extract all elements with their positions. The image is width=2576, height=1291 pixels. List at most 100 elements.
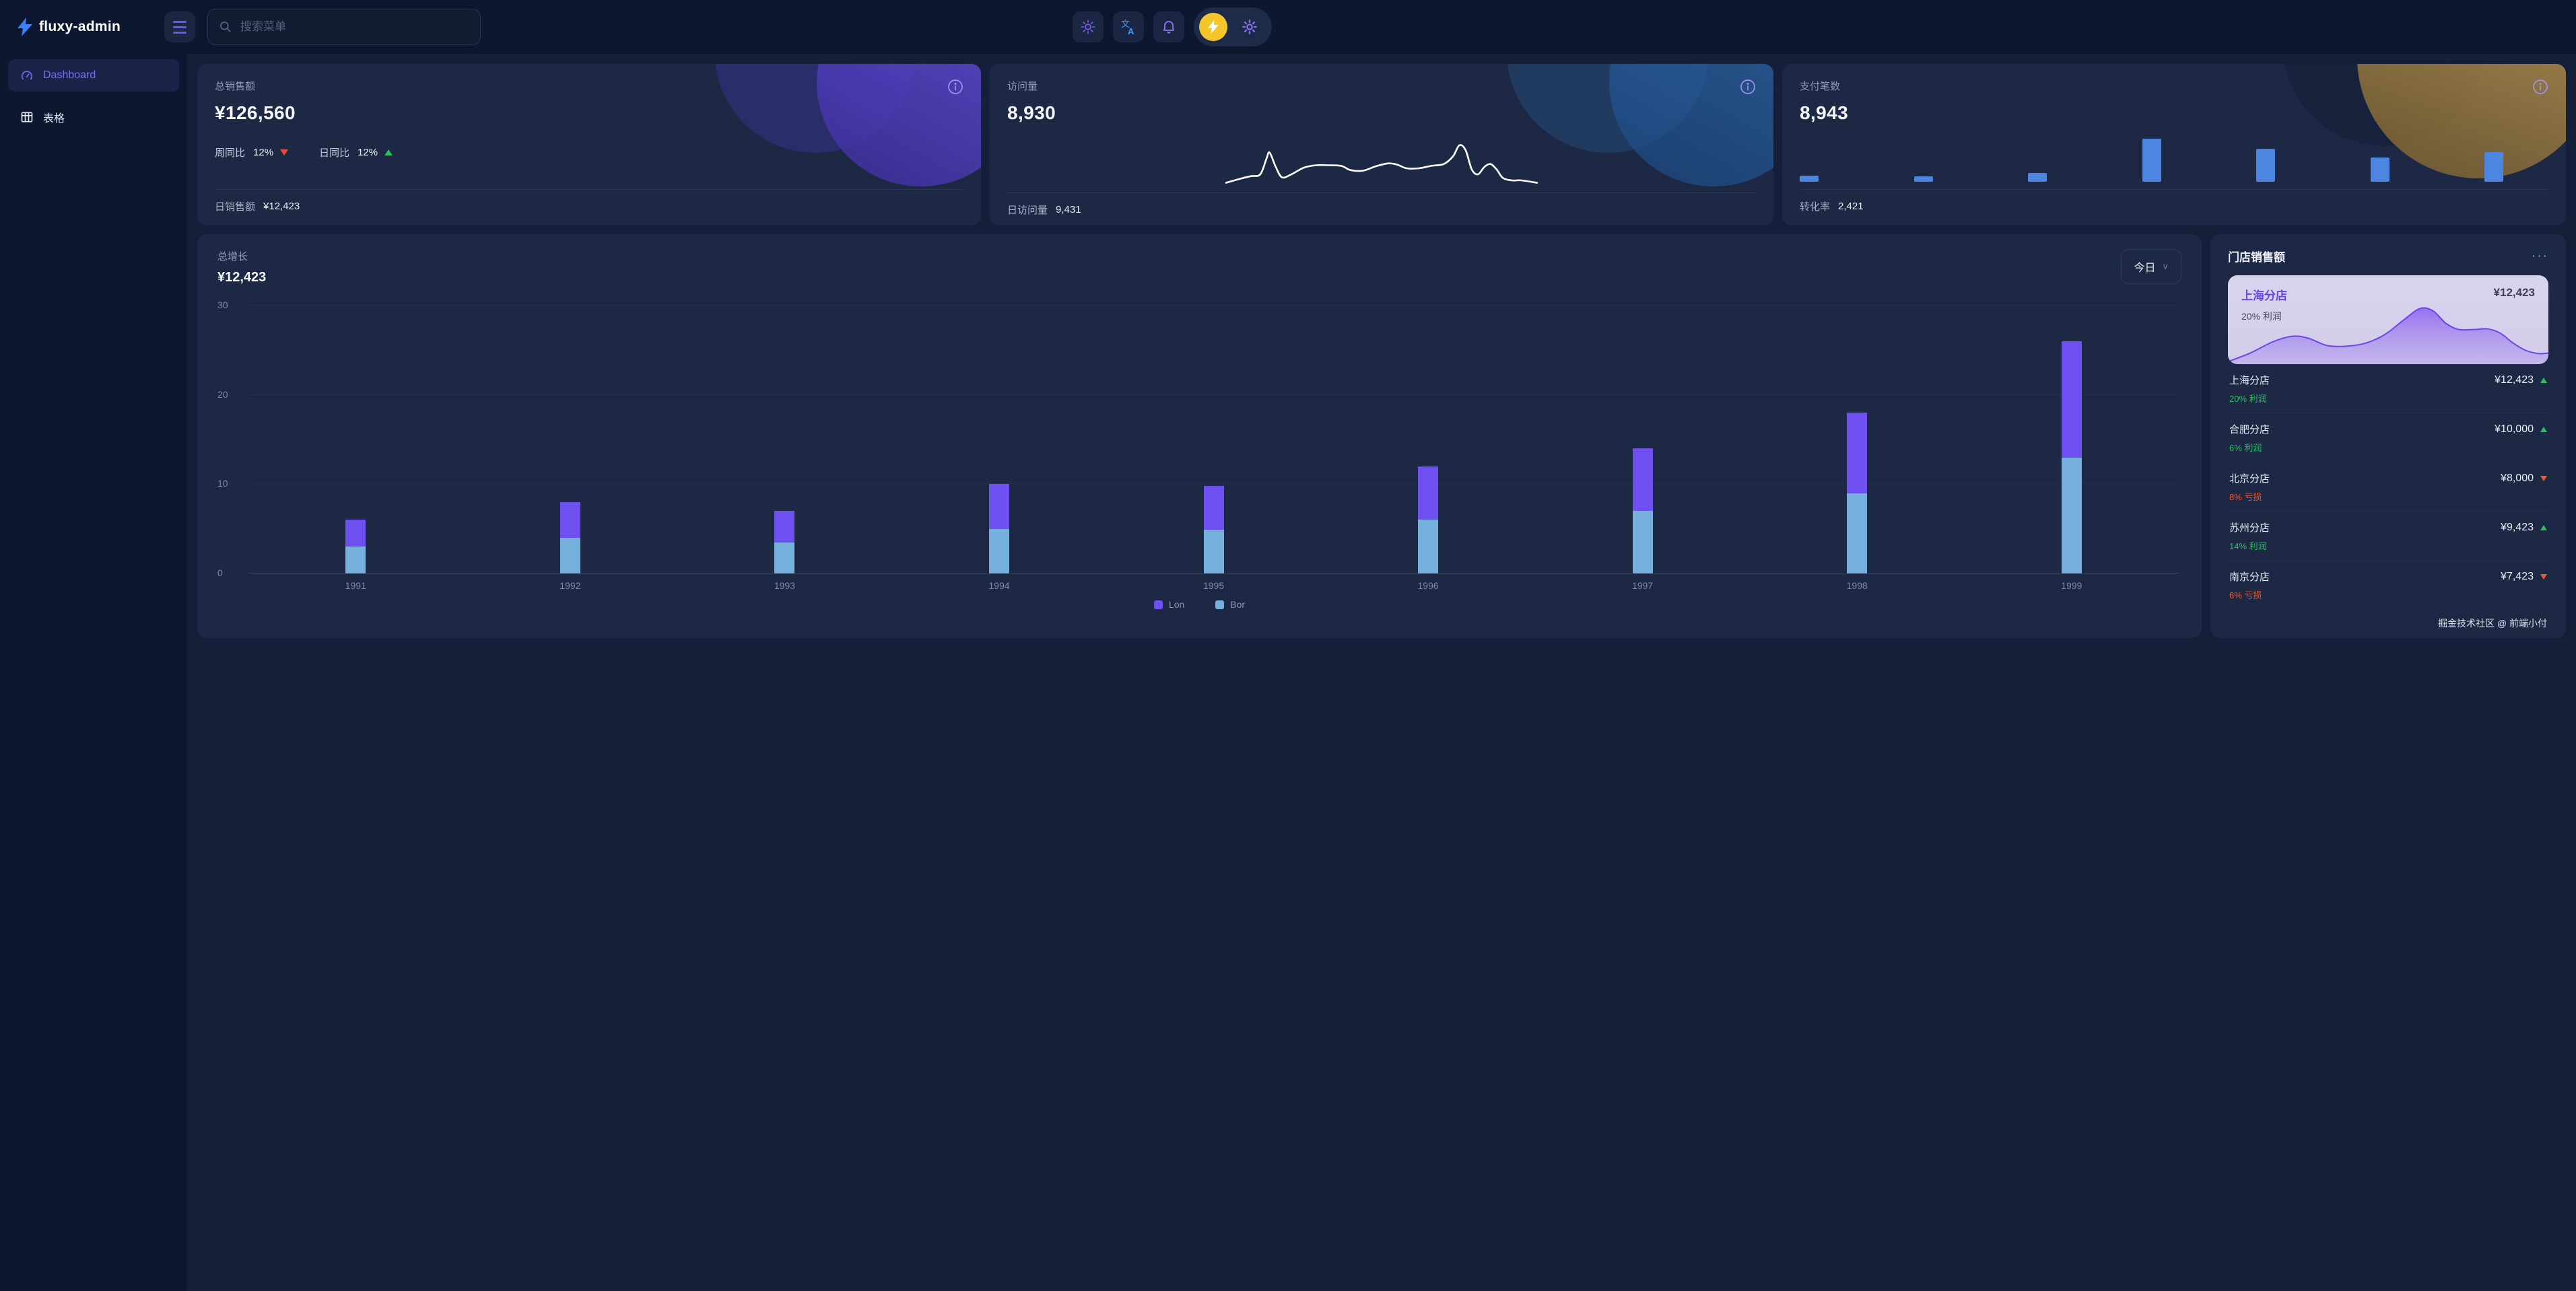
notifications-button[interactable] [1153,11,1184,42]
footer-credit: 掘金技术社区 @ 前端小付 [2438,617,2547,630]
avatar [1199,13,1227,41]
store-name: 南京分店 [2229,569,2270,584]
bar-segment-bor [345,547,366,573]
mini-bar [2484,152,2503,182]
info-icon[interactable] [947,79,963,98]
stat-value: 8,943 [1800,102,2548,124]
mini-bar [1914,176,1933,182]
bar-segment-lon [560,502,580,538]
visits-line-chart [1007,128,1756,193]
mini-bar [2142,139,2161,182]
table-icon [20,110,34,124]
bar-segment-lon [1633,448,1653,511]
featured-store-value: ¥12,423 [2494,286,2535,303]
search-input[interactable] [240,20,469,34]
stat-footer-value: 2,421 [1838,201,1864,212]
stat-footer-label: 转化率 [1800,199,1830,213]
growth-chart-card: 总增长 ¥12,423 今日 ∨ 0102030 199119921993199… [197,234,2202,638]
user-menu[interactable] [1194,7,1272,46]
legend-item-lon[interactable]: Lon [1154,599,1184,610]
x-tick-label: 1992 [463,580,678,591]
trend-up-icon [384,149,393,155]
store-rows: 上海分店¥12,42320% 利润合肥分店¥10,0006% 利润北京分店¥8,… [2228,364,2548,629]
chevron-down-icon: ∨ [2162,261,2169,272]
card-visits: 访问量 8,930 日访问量 9,431 [990,64,1773,225]
trend-down-icon [2540,574,2547,580]
sidebar-item-table[interactable]: 表格 [8,100,179,135]
bar-segment-lon [2062,341,2082,457]
store-percent: 20% 利润 [2229,392,2547,405]
x-tick-label: 1996 [1321,580,1536,591]
store-row[interactable]: 上海分店 ¥12,423 20% 利润 [2228,364,2548,413]
sidebar: Dashboard 表格 [0,54,187,1291]
growth-title: 总增长 [217,249,266,263]
settings-gear-icon[interactable] [1241,18,1258,36]
translate-icon: 文 A [1120,18,1137,36]
store-value: ¥10,000 [2495,423,2534,435]
store-row[interactable]: 北京分店¥8,0008% 亏损 [2228,462,2548,512]
info-icon[interactable] [2532,79,2548,98]
bar-column-1996[interactable] [1321,306,1536,573]
bar-column-1993[interactable] [677,306,892,573]
bar-column-1992[interactable] [463,306,678,573]
theme-toggle-button[interactable] [1073,11,1104,42]
trend-row: 周同比 12% 日同比 12% [215,145,963,160]
trend-value: 12% [253,147,273,158]
y-tick-label: 0 [217,567,240,578]
store-value: ¥12,423 [2495,374,2534,386]
growth-legend: Lon Bor [217,599,2181,610]
sidebar-item-label: Dashboard [43,69,96,81]
y-tick-label: 30 [217,300,240,310]
x-tick-label: 1993 [677,580,892,591]
card-payments: 支付笔数 8,943 转化率 2,421 [1782,64,2566,225]
search-box[interactable] [207,9,481,45]
trend-up-icon [2540,525,2547,530]
bar-segment-lon [1847,413,1867,493]
bar-segment-bor [1204,530,1224,573]
visits-line-path [1226,145,1537,182]
stat-footer-value: 9,431 [1056,204,1081,215]
growth-x-axis: 199119921993199419951996199719981999 [248,580,2179,591]
bar-segment-bor [774,543,794,573]
search-icon [219,20,232,34]
store-percent: 8% 亏损 [2229,490,2547,503]
stat-value: ¥126,560 [215,102,963,124]
trend-down-icon [280,149,288,155]
store-value: ¥9,423 [2501,522,2534,534]
stat-footer-label: 日销售额 [215,199,255,213]
store-percent: 14% 利润 [2229,539,2547,552]
menu-toggle-button[interactable] [164,11,195,42]
main-content: 总销售额 ¥126,560 周同比 12% 日同比 12% [187,54,2576,1291]
store-row[interactable]: 合肥分店¥10,0006% 利润 [2228,413,2548,462]
stat-footer-label: 日访问量 [1007,203,1048,217]
bar-column-1999[interactable] [1965,306,2179,573]
store-row[interactable]: 南京分店¥7,4236% 亏损 [2228,561,2548,609]
sidebar-item-dashboard[interactable]: Dashboard [8,59,179,92]
bar-column-1994[interactable] [892,306,1107,573]
stat-value: 8,930 [1007,102,1756,124]
store-row[interactable]: 苏州分店¥9,42314% 利润 [2228,512,2548,561]
store-name: 上海分店 [2229,373,2270,387]
featured-store-card[interactable]: 上海分店 ¥12,423 20% 利润 [2228,275,2548,364]
top-header: fluxy-admin 文 A [0,0,1288,54]
bar-column-1995[interactable] [1106,306,1321,573]
bar-segment-bor [560,538,580,573]
y-tick-label: 20 [217,389,240,400]
ellipsis-menu-icon[interactable]: ··· [2532,253,2548,260]
info-icon[interactable] [1740,79,1756,98]
language-button[interactable]: 文 A [1113,11,1144,42]
range-select[interactable]: 今日 ∨ [2121,249,2181,284]
bar-column-1997[interactable] [1535,306,1750,573]
legend-label: Lon [1169,599,1184,610]
legend-item-bor[interactable]: Bor [1215,599,1245,610]
bar-segment-lon [1204,486,1224,530]
bar-segment-bor [1633,511,1653,573]
mini-bar [2256,149,2275,182]
legend-label: Bor [1230,599,1245,610]
app-name: fluxy-admin [39,19,121,35]
store-percent: 6% 利润 [2229,441,2547,454]
bar-column-1998[interactable] [1750,306,1965,573]
x-tick-label: 1994 [892,580,1107,591]
bar-column-1991[interactable] [248,306,463,573]
bar-segment-bor [989,529,1009,573]
